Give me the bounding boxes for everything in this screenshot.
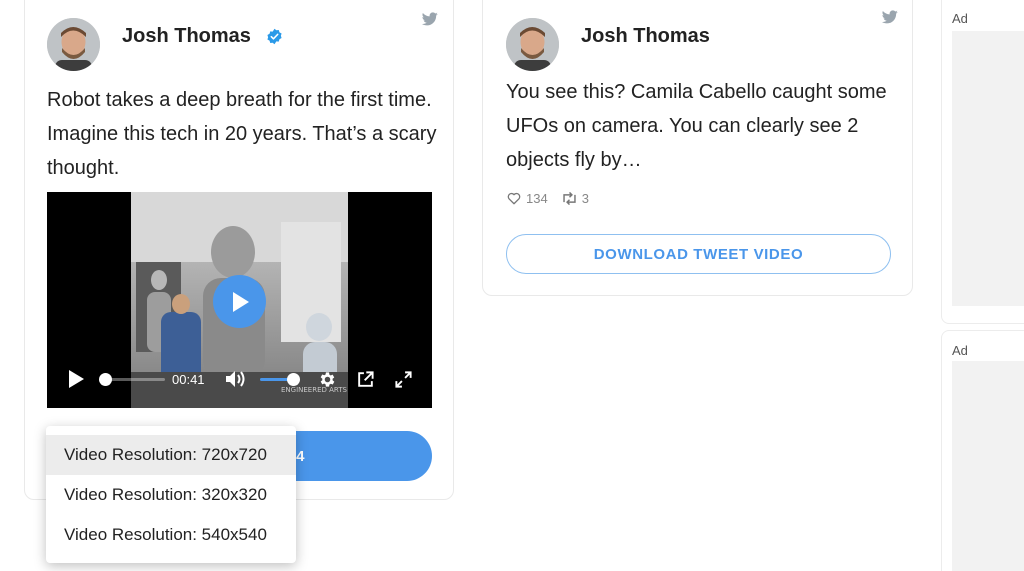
author-name[interactable]: Josh Thomas (122, 25, 251, 48)
ad-placeholder (952, 31, 1024, 306)
video-watermark: ENGINEERED ARTS (281, 386, 348, 394)
popout-button[interactable] (356, 370, 375, 389)
resolution-option-720[interactable]: Video Resolution: 720x720 (46, 435, 296, 475)
heart-icon[interactable] (507, 192, 521, 205)
ad-slot-2[interactable]: Ad (941, 330, 1024, 571)
ad-label: Ad (952, 343, 968, 358)
twitter-bird-icon[interactable] (882, 10, 898, 24)
author-avatar[interactable] (47, 18, 100, 71)
volume-icon (226, 371, 245, 387)
author-avatar[interactable] (506, 18, 559, 71)
resolution-option-320[interactable]: Video Resolution: 320x320 (46, 475, 296, 515)
resolution-dropdown-menu: Video Resolution: 720x720 Video Resoluti… (46, 426, 296, 563)
play-button[interactable] (67, 369, 85, 389)
ad-placeholder (952, 361, 1024, 571)
volume-handle[interactable] (287, 373, 300, 386)
play-icon (69, 370, 84, 388)
video-play-overlay-button[interactable] (213, 275, 266, 328)
settings-button[interactable] (318, 370, 337, 389)
verified-badge-icon (267, 28, 282, 45)
tweet-text: You see this? Camila Cabello caught some… (506, 81, 887, 171)
play-icon (232, 291, 249, 312)
fullscreen-button[interactable] (394, 370, 413, 389)
ad-label: Ad (952, 11, 968, 26)
tweet-card-2: Josh Thomas You see this? Camila Cabello… (482, 0, 913, 296)
popout-icon (358, 371, 374, 387)
seek-bar[interactable] (105, 378, 165, 381)
mute-button[interactable] (225, 370, 247, 388)
video-player[interactable]: ENGINEERED ARTS 00:41 (47, 192, 432, 408)
tweet-text: Robot takes a deep breath for the first … (47, 89, 437, 179)
settings-icon (320, 372, 335, 387)
resolution-option-540[interactable]: Video Resolution: 540x540 (46, 515, 296, 555)
author-name[interactable]: Josh Thomas (581, 25, 710, 48)
twitter-bird-icon[interactable] (422, 12, 438, 26)
tweet-stats: 134 3 (507, 191, 589, 206)
retweet-count: 3 (581, 191, 589, 206)
ad-slot-1[interactable]: Ad (941, 0, 1024, 324)
fullscreen-icon (395, 371, 412, 388)
video-time: 00:41 (172, 372, 205, 387)
retweet-icon[interactable] (561, 192, 578, 205)
seek-handle[interactable] (99, 373, 112, 386)
download-tweet-video-button[interactable]: DOWNLOAD TWEET VIDEO (506, 234, 891, 274)
tweet-card-1: Josh Thomas Robot takes a deep breath fo… (24, 0, 454, 500)
like-count: 134 (526, 191, 548, 206)
